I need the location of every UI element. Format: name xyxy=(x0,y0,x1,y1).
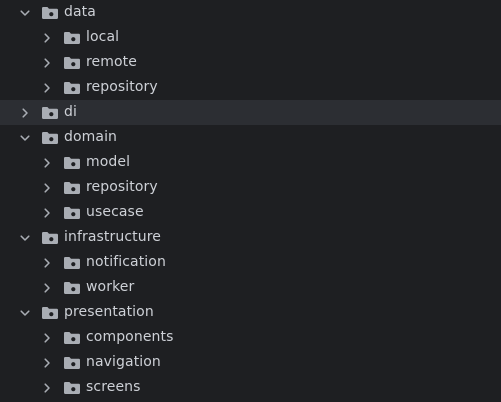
chevron-right-icon[interactable] xyxy=(40,31,54,45)
tree-item-usecase[interactable]: usecase xyxy=(0,200,501,225)
chevron-right-icon[interactable] xyxy=(40,256,54,270)
chevron-down-icon[interactable] xyxy=(18,131,32,145)
chevron-right-icon[interactable] xyxy=(40,281,54,295)
package-folder-icon xyxy=(41,306,59,320)
package-folder-icon xyxy=(63,356,81,370)
tree-item-repository[interactable]: repository xyxy=(0,75,501,100)
tree-item-remote[interactable]: remote xyxy=(0,50,501,75)
tree-item-label: di xyxy=(64,104,77,120)
tree-item-local[interactable]: local xyxy=(0,25,501,50)
package-folder-icon xyxy=(63,156,81,170)
package-folder-icon xyxy=(41,231,59,245)
tree-item-label: notification xyxy=(86,254,166,270)
chevron-right-icon[interactable] xyxy=(40,56,54,70)
tree-item-label: components xyxy=(86,329,174,345)
tree-item-label: screens xyxy=(86,379,141,395)
chevron-right-icon[interactable] xyxy=(18,106,32,120)
package-folder-icon xyxy=(63,181,81,195)
chevron-right-icon[interactable] xyxy=(40,356,54,370)
tree-item-notification[interactable]: notification xyxy=(0,250,501,275)
package-folder-icon xyxy=(63,31,81,45)
chevron-right-icon[interactable] xyxy=(40,156,54,170)
chevron-down-icon[interactable] xyxy=(18,231,32,245)
chevron-right-icon[interactable] xyxy=(40,381,54,395)
tree-item-domain[interactable]: domain xyxy=(0,125,501,150)
tree-item-navigation[interactable]: navigation xyxy=(0,350,501,375)
tree-item-worker[interactable]: worker xyxy=(0,275,501,300)
chevron-down-icon[interactable] xyxy=(18,6,32,20)
tree-item-label: presentation xyxy=(64,304,154,320)
tree-item-label: usecase xyxy=(86,204,144,220)
package-folder-icon xyxy=(63,381,81,395)
tree-item-label: repository xyxy=(86,79,158,95)
tree-item-label: local xyxy=(86,29,120,45)
package-folder-icon xyxy=(63,331,81,345)
package-folder-icon xyxy=(41,6,59,20)
package-folder-icon xyxy=(63,281,81,295)
tree-item-di[interactable]: di xyxy=(0,100,501,125)
package-folder-icon xyxy=(63,81,81,95)
tree-item-label: domain xyxy=(64,129,118,145)
tree-item-model[interactable]: model xyxy=(0,150,501,175)
tree-item-label: infrastructure xyxy=(64,229,161,245)
tree-item-label: remote xyxy=(86,54,137,70)
tree-item-presentation[interactable]: presentation xyxy=(0,300,501,325)
tree-item-label: model xyxy=(86,154,131,170)
chevron-down-icon[interactable] xyxy=(18,306,32,320)
package-folder-icon xyxy=(63,256,81,270)
tree-item-components[interactable]: components xyxy=(0,325,501,350)
package-folder-icon xyxy=(63,56,81,70)
tree-item-label: navigation xyxy=(86,354,161,370)
tree-item-screens[interactable]: screens xyxy=(0,375,501,400)
tree-item-label: data xyxy=(64,4,96,20)
chevron-right-icon[interactable] xyxy=(40,206,54,220)
tree-item-repository[interactable]: repository xyxy=(0,175,501,200)
tree-item-label: repository xyxy=(86,179,158,195)
project-tree: data local remote repository di domain m… xyxy=(0,0,501,402)
package-folder-icon xyxy=(41,131,59,145)
chevron-right-icon[interactable] xyxy=(40,81,54,95)
package-folder-icon xyxy=(41,106,59,120)
chevron-right-icon[interactable] xyxy=(40,331,54,345)
chevron-right-icon[interactable] xyxy=(40,181,54,195)
tree-item-infrastructure[interactable]: infrastructure xyxy=(0,225,501,250)
tree-item-label: worker xyxy=(86,279,135,295)
tree-item-data[interactable]: data xyxy=(0,0,501,25)
package-folder-icon xyxy=(63,206,81,220)
